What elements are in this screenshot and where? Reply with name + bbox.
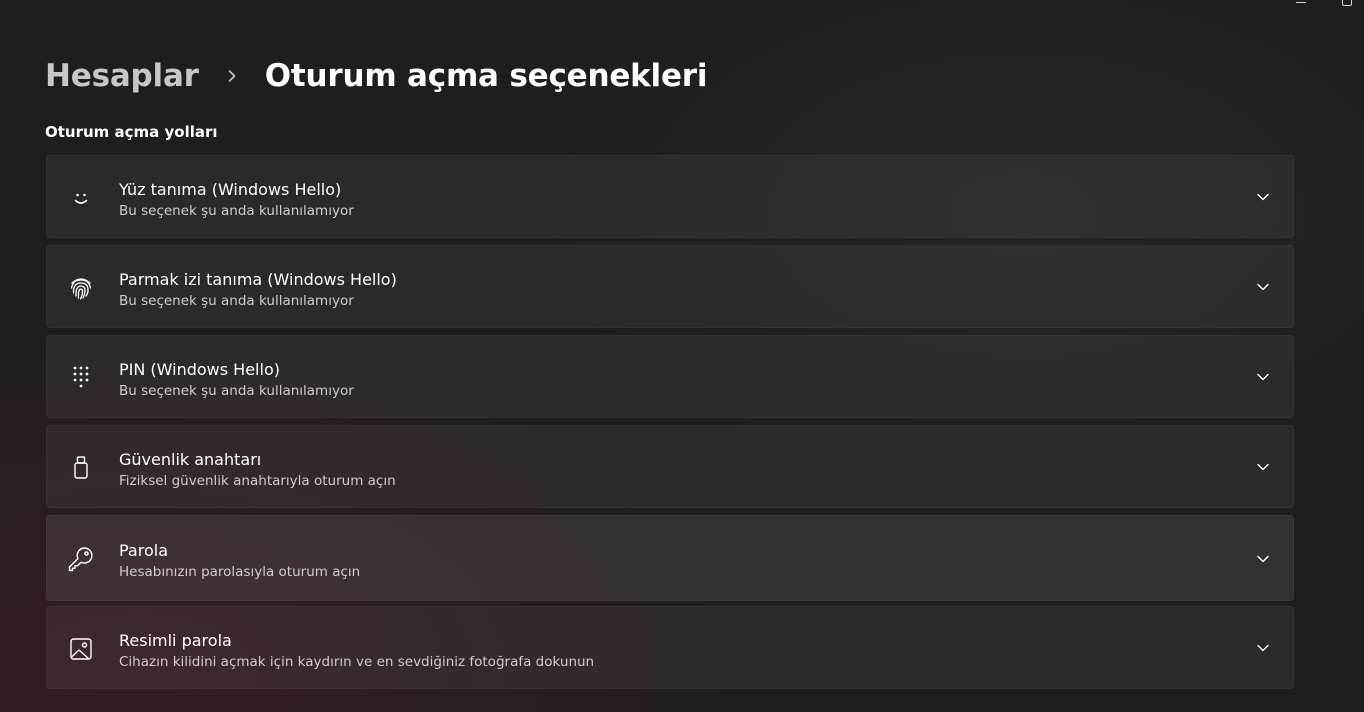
chevron-down-icon[interactable] xyxy=(1253,457,1273,477)
face-icon xyxy=(66,183,96,213)
option-title: Parmak izi tanıma (Windows Hello) xyxy=(119,270,397,289)
section-title: Oturum açma yolları xyxy=(45,123,218,141)
option-subtitle: Bu seçenek şu anda kullanılamıyor xyxy=(119,203,354,219)
picture-icon xyxy=(66,634,96,664)
option-fingerprint-recognition[interactable]: Parmak izi tanıma (Windows Hello) Bu seç… xyxy=(46,245,1294,328)
chevron-down-icon[interactable] xyxy=(1253,277,1273,297)
breadcrumb: Hesaplar Oturum açma seçenekleri xyxy=(45,52,708,100)
chevron-down-icon[interactable] xyxy=(1253,367,1273,387)
key-icon xyxy=(66,544,96,574)
option-title: Parola xyxy=(119,541,168,560)
breadcrumb-parent-link[interactable]: Hesaplar xyxy=(45,58,199,94)
chevron-down-icon[interactable] xyxy=(1253,549,1273,569)
option-subtitle: Fiziksel güvenlik anahtarıyla oturum açı… xyxy=(119,473,396,489)
window-caption-controls xyxy=(1284,0,1364,8)
option-subtitle: Bu seçenek şu anda kullanılamıyor xyxy=(119,383,354,399)
fingerprint-icon xyxy=(66,273,96,303)
chevron-down-icon[interactable] xyxy=(1253,638,1273,658)
option-picture-password[interactable]: Resimli parola Cihazın kilidini açmak iç… xyxy=(46,606,1294,689)
maximize-icon[interactable] xyxy=(1342,0,1352,6)
chevron-down-icon[interactable] xyxy=(1253,187,1273,207)
sign-in-options-list: Yüz tanıma (Windows Hello) Bu seçenek şu… xyxy=(46,155,1294,696)
usb-key-icon xyxy=(66,453,96,483)
option-security-key[interactable]: Güvenlik anahtarı Fiziksel güvenlik anah… xyxy=(46,425,1294,508)
option-title: Resimli parola xyxy=(119,631,232,650)
option-face-recognition[interactable]: Yüz tanıma (Windows Hello) Bu seçenek şu… xyxy=(46,155,1294,238)
chevron-right-icon xyxy=(217,61,247,91)
option-title: Güvenlik anahtarı xyxy=(119,450,262,469)
option-subtitle: Hesabınızın parolasıyla oturum açın xyxy=(119,564,361,580)
option-pin[interactable]: PIN (Windows Hello) Bu seçenek şu anda k… xyxy=(46,335,1294,418)
option-title: PIN (Windows Hello) xyxy=(119,360,280,379)
minimize-icon[interactable] xyxy=(1296,2,1306,3)
option-subtitle: Bu seçenek şu anda kullanılamıyor xyxy=(119,293,354,309)
page-title: Oturum açma seçenekleri xyxy=(264,58,708,94)
option-title: Yüz tanıma (Windows Hello) xyxy=(119,180,342,199)
pin-keypad-icon xyxy=(66,363,96,393)
option-subtitle: Cihazın kilidini açmak için kaydırın ve … xyxy=(119,654,595,670)
option-password[interactable]: Parola Hesabınızın parolasıyla oturum aç… xyxy=(46,515,1294,601)
